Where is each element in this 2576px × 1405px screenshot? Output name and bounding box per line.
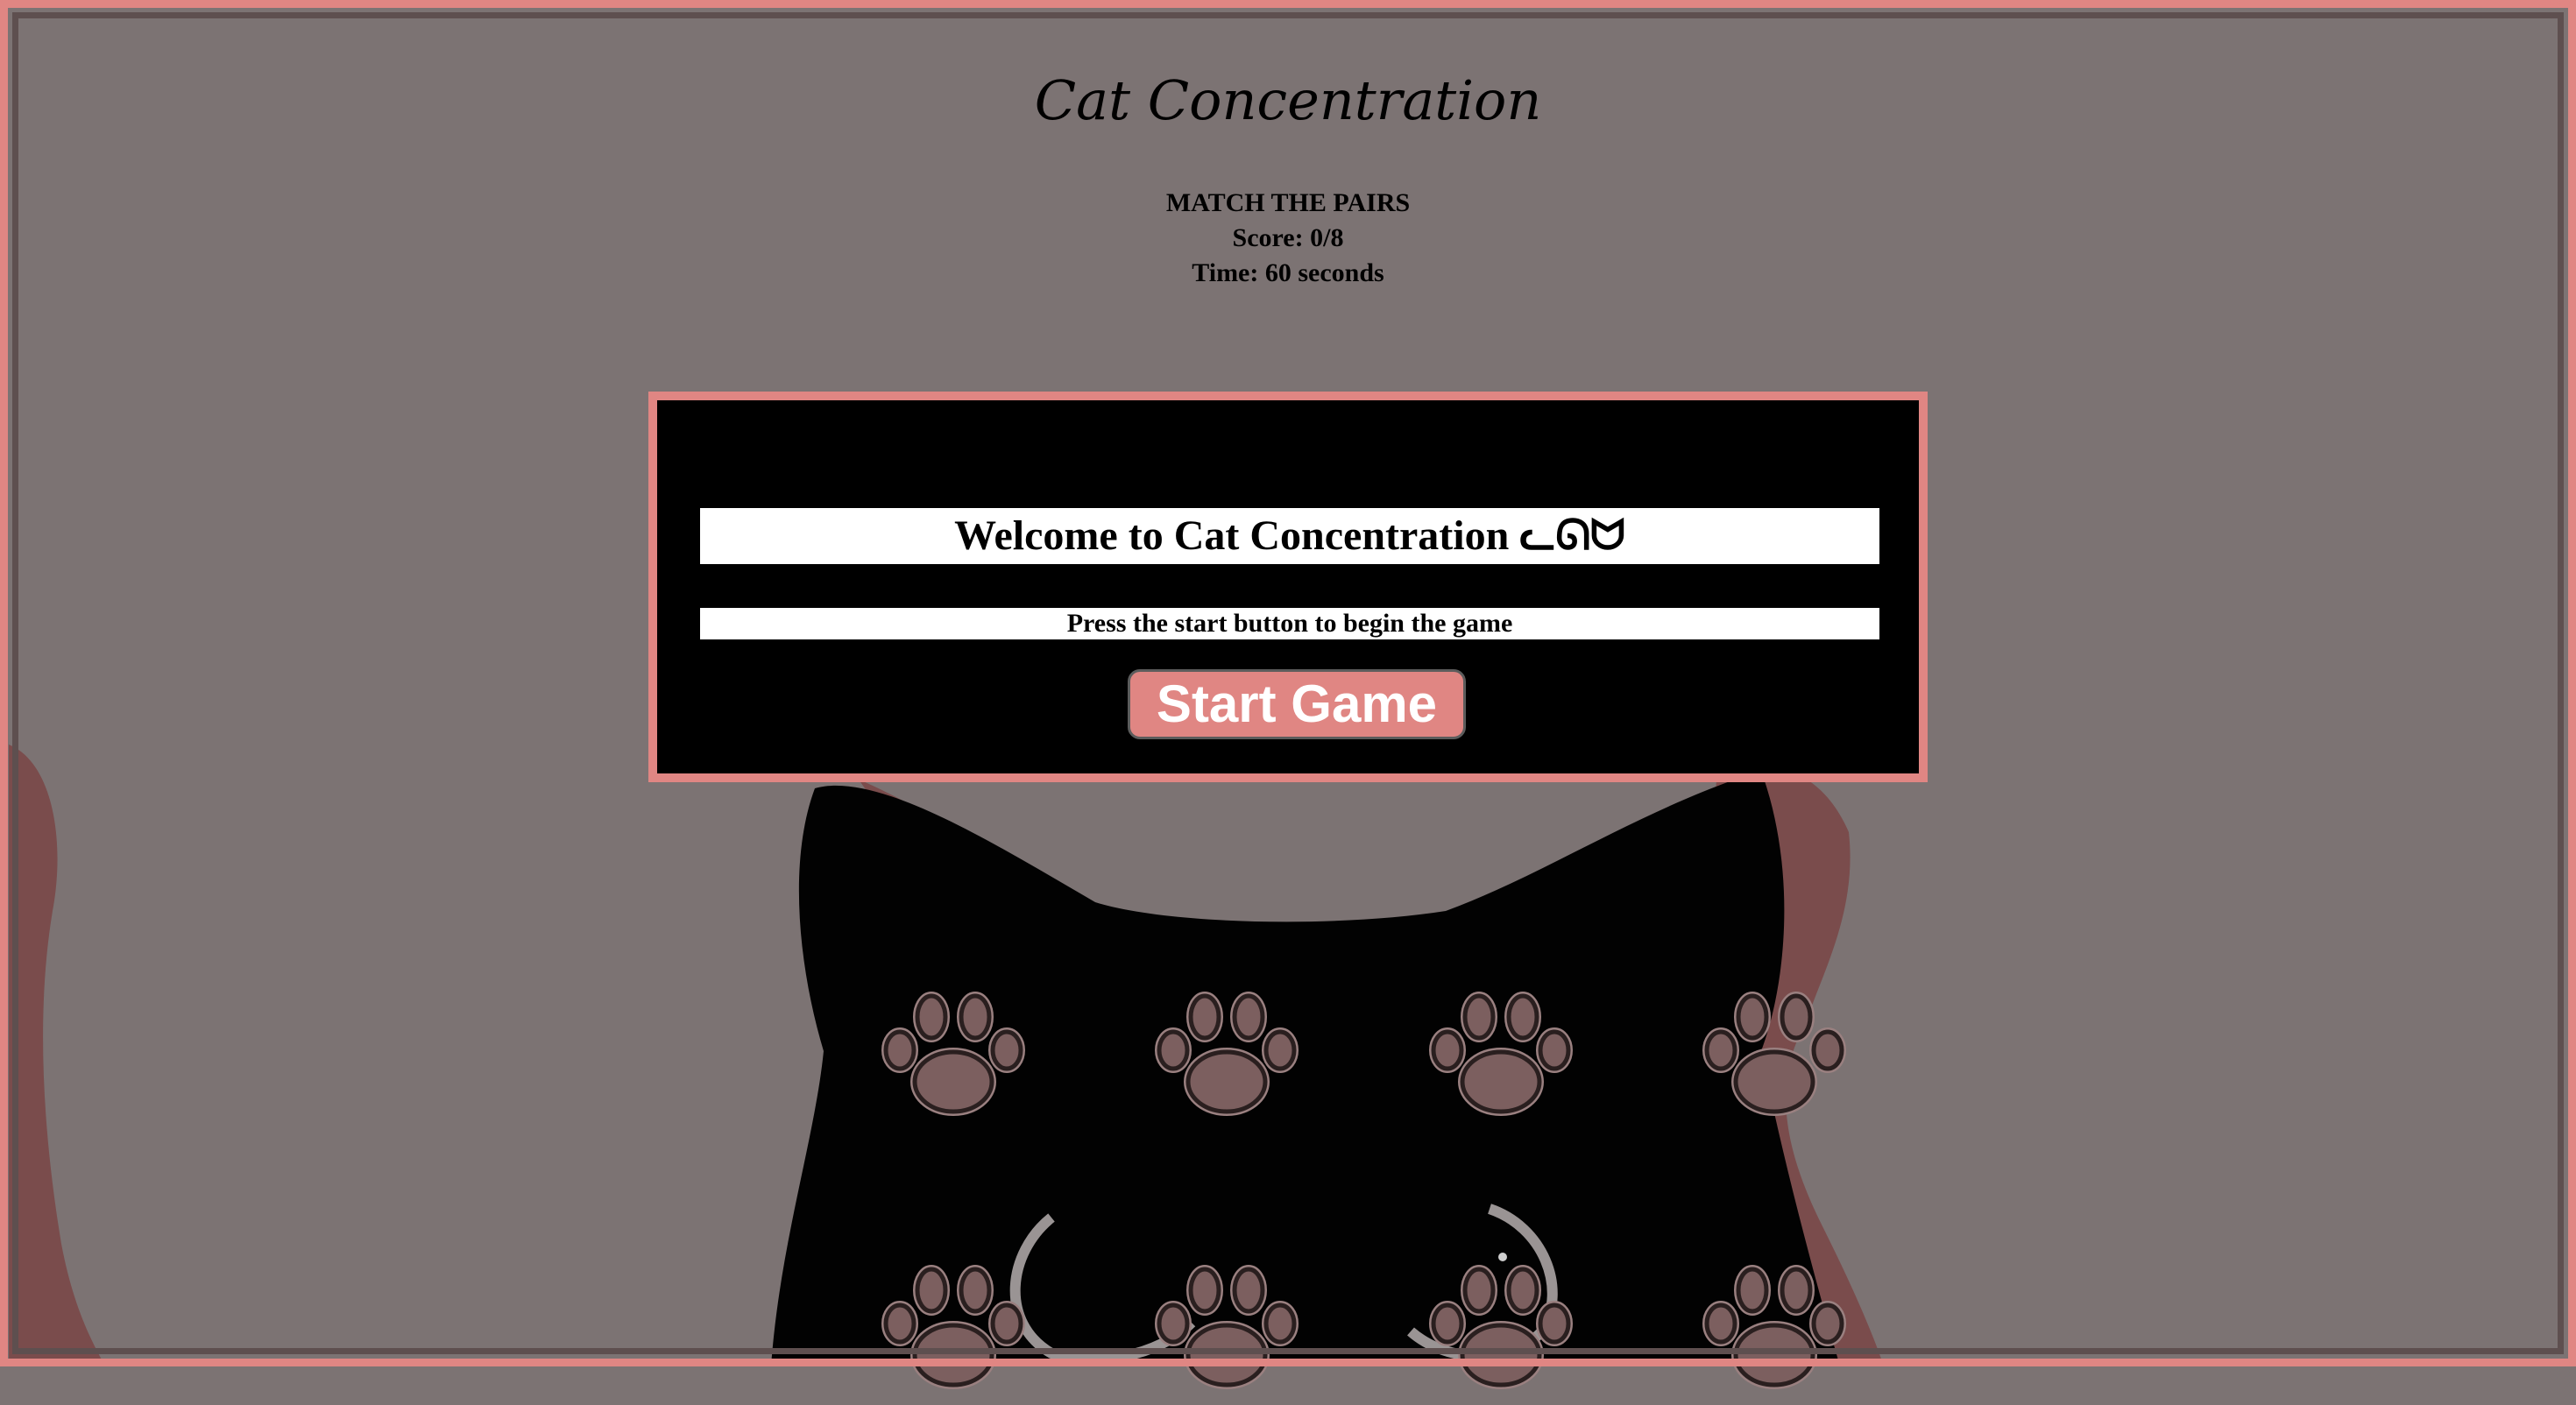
welcome-heading: Welcome to Cat Concentration ᓚᘏᗢ	[700, 508, 1879, 564]
start-game-button[interactable]: Start Game	[1128, 669, 1466, 739]
instructions-text: Press the start button to begin the game	[700, 608, 1879, 639]
welcome-modal: Welcome to Cat Concentration ᓚᘏᗢ Press t…	[648, 392, 1928, 782]
